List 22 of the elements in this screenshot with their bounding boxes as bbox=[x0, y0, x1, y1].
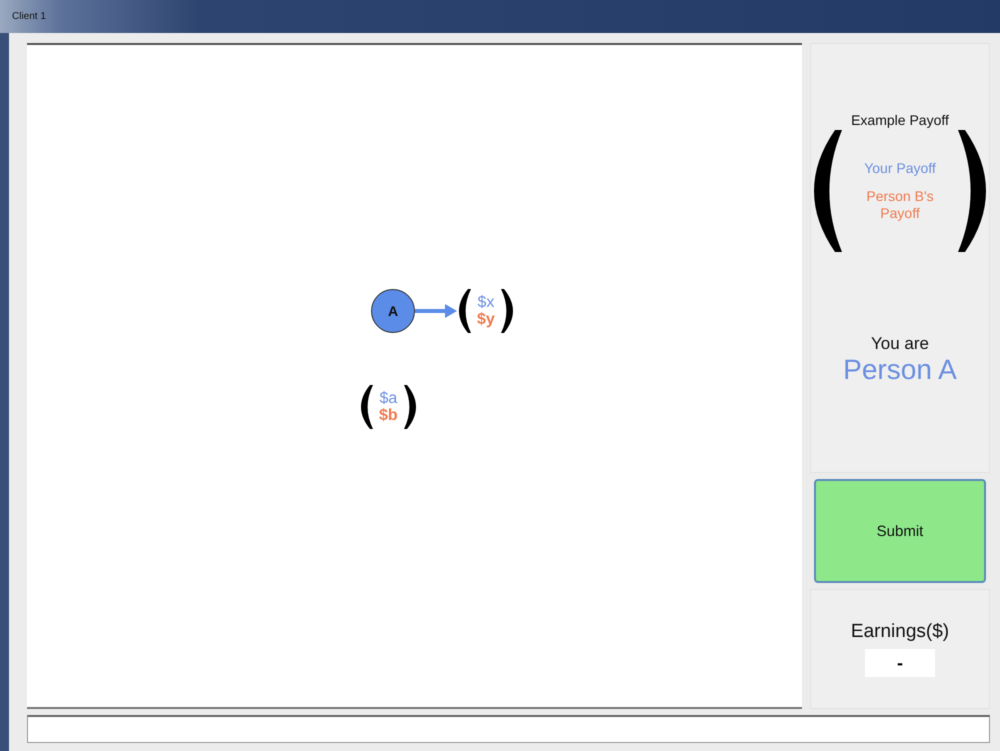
left-bracket-icon bbox=[361, 385, 373, 429]
other-payoff-label: Person B's Payoff bbox=[865, 188, 935, 222]
right-bracket-icon bbox=[500, 289, 513, 333]
right-bracket-icon bbox=[958, 130, 986, 252]
submit-button[interactable]: Submit bbox=[814, 479, 986, 583]
earnings-label: Earnings($) bbox=[850, 621, 950, 643]
node-circle[interactable]: A bbox=[371, 289, 415, 333]
message-field[interactable] bbox=[27, 715, 990, 743]
role-value: Person A bbox=[843, 354, 957, 386]
left-bracket-icon bbox=[459, 289, 471, 333]
window-title: Client 1 bbox=[12, 11, 46, 22]
role-label: You are bbox=[871, 334, 929, 354]
your-payoff-label: Your Payoff bbox=[864, 160, 936, 176]
left-bracket-icon bbox=[814, 130, 842, 252]
payoff-top: $x bbox=[477, 294, 495, 311]
payoff-top: $a bbox=[379, 390, 398, 407]
payoff-bottom: $b bbox=[379, 407, 398, 424]
legend-title: Example Payoff bbox=[851, 112, 949, 128]
earnings-value: - bbox=[865, 649, 935, 677]
right-bracket-icon bbox=[404, 385, 416, 429]
payoff-bottom: $y bbox=[477, 311, 495, 328]
arrow-icon bbox=[415, 304, 457, 318]
